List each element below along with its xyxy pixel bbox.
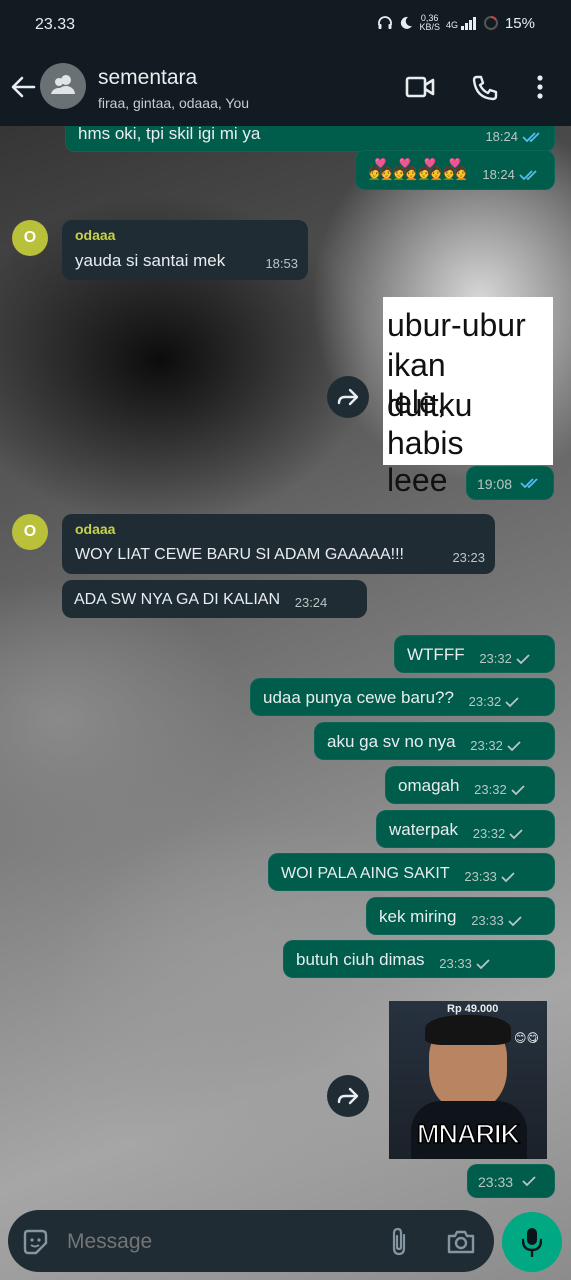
message-input[interactable]: [65, 1224, 369, 1260]
message-time: 23:33: [439, 956, 472, 971]
emoji-message: 💑💑💑💑: [368, 159, 468, 181]
message-text: aku ga sv no nya: [327, 732, 456, 751]
message-text: WTFFF: [407, 645, 465, 664]
sticker-caption: MNARIK: [416, 1118, 521, 1150]
speed-unit: KB/S: [419, 22, 440, 32]
forward-icon: [337, 388, 359, 406]
message-bubble[interactable]: aku ga sv no nya 23:32: [314, 722, 555, 760]
message-time: 23:32: [479, 651, 512, 666]
signal-indicator: 4G: [445, 16, 477, 30]
check-icon: [505, 697, 519, 708]
forward-icon: [337, 1087, 359, 1105]
sticker-emoji-icon[interactable]: [21, 1228, 49, 1256]
back-arrow-icon[interactable]: [10, 74, 36, 100]
double-check-icon: [522, 132, 540, 143]
camera-icon[interactable]: [446, 1229, 476, 1255]
network-speed: 0,36 KB/S: [419, 14, 440, 32]
sender-name: odaaa: [75, 227, 116, 243]
message-bubble[interactable]: kek miring 23:33: [366, 897, 555, 935]
sender-avatar[interactable]: O: [12, 514, 48, 550]
sticker-image[interactable]: ubur-ubur ikan lele, duitku habis leee: [383, 297, 553, 498]
moon-icon: [401, 16, 413, 29]
message-time: 23:32: [470, 738, 503, 753]
message-time: 23:24: [294, 595, 328, 610]
message-time: 23:23: [452, 550, 485, 565]
message-bubble[interactable]: 💑💑💑💑 18:24: [355, 150, 555, 190]
check-icon: [516, 654, 530, 665]
forward-button[interactable]: [327, 1075, 369, 1117]
message-time: 23:32: [468, 694, 502, 709]
check-icon: [508, 916, 522, 927]
network-type: 4G: [445, 19, 458, 30]
message-bubble[interactable]: omagah 23:32: [385, 766, 555, 804]
message-time: 19:08: [477, 476, 513, 492]
message-list[interactable]: hms oki, tpi skil igi mi ya 18:24 💑💑💑💑 1…: [0, 126, 571, 1200]
message-text: WOY LIAT CEWE BARU SI ADAM GAAAAA!!!: [75, 546, 404, 563]
message-time: 23:33: [464, 869, 497, 884]
headphones-icon: [378, 16, 393, 29]
sender-avatar[interactable]: O: [12, 220, 48, 256]
sticker-emoji: 😊😋: [513, 1031, 539, 1045]
group-members[interactable]: firaa, gintaa, odaaa, You: [98, 95, 249, 111]
message-bubble[interactable]: butuh ciuh dimas 23:33: [283, 940, 555, 978]
message-time: 23:33: [478, 1174, 514, 1190]
group-icon: [51, 75, 75, 94]
message-text: udaa punya cewe baru??: [263, 688, 454, 707]
message-time: 18:53: [265, 256, 298, 271]
battery-percent: 15%: [504, 14, 535, 32]
message-bubble[interactable]: ADA SW NYA GA DI KALIAN 23:24: [62, 580, 367, 618]
message-composer: [8, 1210, 494, 1272]
message-text: WOI PALA AING SAKIT: [281, 865, 450, 882]
group-avatar[interactable]: [40, 63, 86, 109]
message-bubble[interactable]: odaaa yauda si santai mek 18:53: [62, 220, 308, 280]
sticker-price: Rp 49.000: [447, 1003, 499, 1015]
check-icon: [507, 741, 521, 752]
voice-record-button[interactable]: [502, 1212, 562, 1272]
sticker-text-line: duitku: [387, 387, 473, 423]
message-text: hms oki, tpi skil igi mi ya: [78, 126, 261, 143]
double-check-icon: [519, 170, 537, 181]
signal-icon: [460, 16, 476, 30]
message-text: ADA SW NYA GA DI KALIAN: [74, 591, 280, 608]
message-time: 23:33: [471, 913, 504, 928]
sticker-text-line: ubur-ubur: [387, 307, 526, 343]
status-bar: 23.33 0,36 KB/S 4G 15%: [0, 0, 571, 50]
sender-name: odaaa: [75, 521, 116, 537]
attach-icon[interactable]: [388, 1227, 410, 1257]
check-icon: [476, 959, 490, 970]
message-time: 18:24: [482, 167, 515, 182]
sticker-hair: [425, 1015, 511, 1045]
message-time: 23:32: [474, 782, 507, 797]
message-text: omagah: [398, 776, 460, 795]
check-icon: [522, 1176, 536, 1187]
message-bubble[interactable]: udaa punya cewe baru?? 23:32: [250, 678, 555, 716]
check-icon: [511, 785, 525, 796]
message-text: waterpak: [389, 820, 458, 839]
sticker-image[interactable]: Rp 49.000 😊😋 MNARIK: [389, 1001, 547, 1159]
video-call-icon[interactable]: [405, 74, 435, 100]
chat-title[interactable]: sementara: [98, 66, 197, 90]
message-bubble[interactable]: waterpak 23:32: [376, 810, 555, 848]
message-bubble[interactable]: WOI PALA AING SAKIT 23:33: [268, 853, 555, 891]
message-bubble[interactable]: hms oki, tpi skil igi mi ya 18:24: [65, 126, 555, 152]
check-icon: [501, 872, 515, 883]
time-pill: 23:33: [467, 1164, 555, 1198]
chat-header: sementara firaa, gintaa, odaaa, You: [0, 50, 571, 126]
message-time: 23:32: [472, 826, 506, 841]
double-check-icon: [520, 478, 538, 489]
more-options-icon[interactable]: [536, 74, 544, 100]
message-bubble[interactable]: WTFFF 23:32: [394, 635, 555, 673]
message-text: butuh ciuh dimas: [296, 950, 425, 969]
check-icon: [509, 829, 523, 840]
forward-button[interactable]: [327, 376, 369, 418]
voice-call-icon[interactable]: [471, 74, 499, 102]
battery-ring-icon: [483, 16, 498, 30]
status-time: 23.33: [35, 16, 76, 33]
microphone-icon: [522, 1228, 542, 1257]
message-text: kek miring: [379, 907, 457, 926]
time-pill: 19:08: [466, 466, 554, 500]
message-text: yauda si santai mek: [75, 251, 226, 270]
message-bubble[interactable]: odaaa WOY LIAT CEWE BARU SI ADAM GAAAAA!…: [62, 514, 495, 574]
